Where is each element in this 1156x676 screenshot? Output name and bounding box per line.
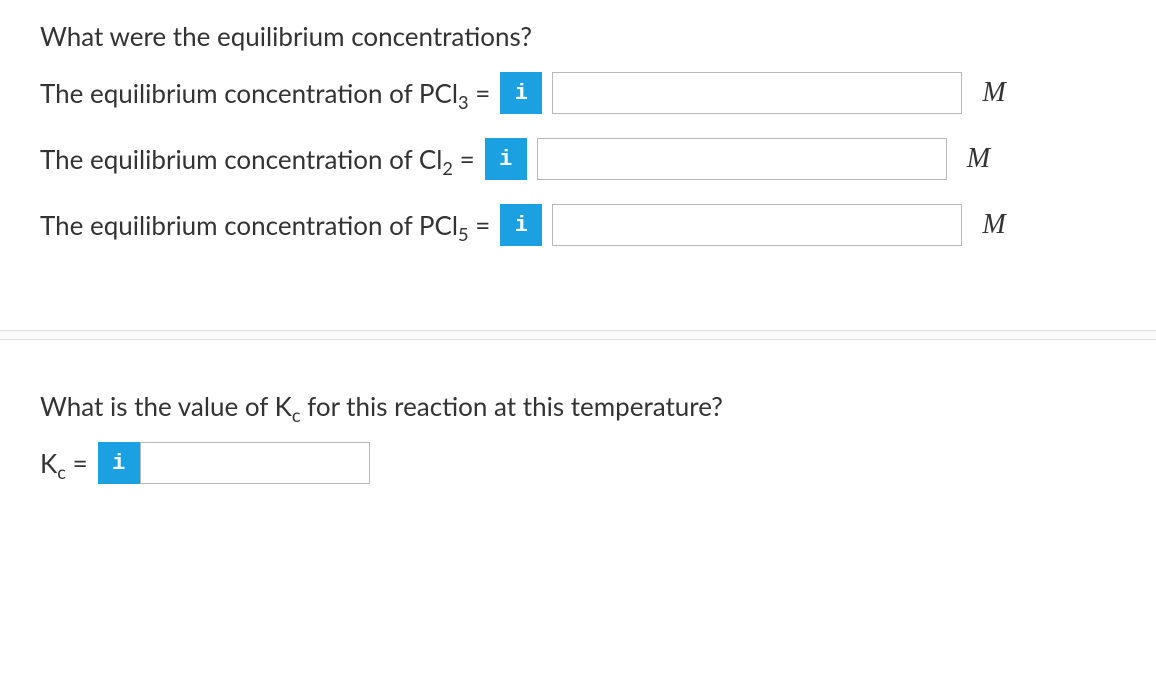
unit-pcl5: M: [982, 209, 1005, 241]
label-cl2: The equilibrium concentration of Cl2 =: [40, 143, 475, 175]
question-title-2: What is the value of Kc for this reactio…: [40, 390, 1116, 422]
input-kc[interactable]: [140, 442, 370, 484]
label-kc: Kc =: [40, 447, 88, 479]
section-kc: What is the value of Kc for this reactio…: [40, 390, 1116, 544]
row-cl2: The equilibrium concentration of Cl2 = i…: [40, 138, 1116, 180]
question-title-1: What were the equilibrium concentrations…: [40, 20, 1116, 52]
input-cl2[interactable]: [537, 138, 947, 180]
label-pcl5: The equilibrium concentration of PCl5 =: [40, 209, 490, 241]
row-pcl5: The equilibrium concentration of PCl5 = …: [40, 204, 1116, 246]
section-equilibrium-concentrations: What were the equilibrium concentrations…: [40, 20, 1116, 330]
row-pcl3: The equilibrium concentration of PCl3 = …: [40, 72, 1116, 114]
info-icon[interactable]: i: [500, 72, 542, 114]
unit-pcl3: M: [982, 77, 1005, 109]
info-icon[interactable]: i: [485, 138, 527, 180]
input-pcl5[interactable]: [552, 204, 962, 246]
label-pcl3: The equilibrium concentration of PCl3 =: [40, 77, 490, 109]
section-divider: [0, 330, 1156, 340]
input-pcl3[interactable]: [552, 72, 962, 114]
info-icon[interactable]: i: [500, 204, 542, 246]
info-icon[interactable]: i: [98, 442, 140, 484]
unit-cl2: M: [967, 143, 990, 175]
row-kc: Kc = i: [40, 442, 1116, 484]
